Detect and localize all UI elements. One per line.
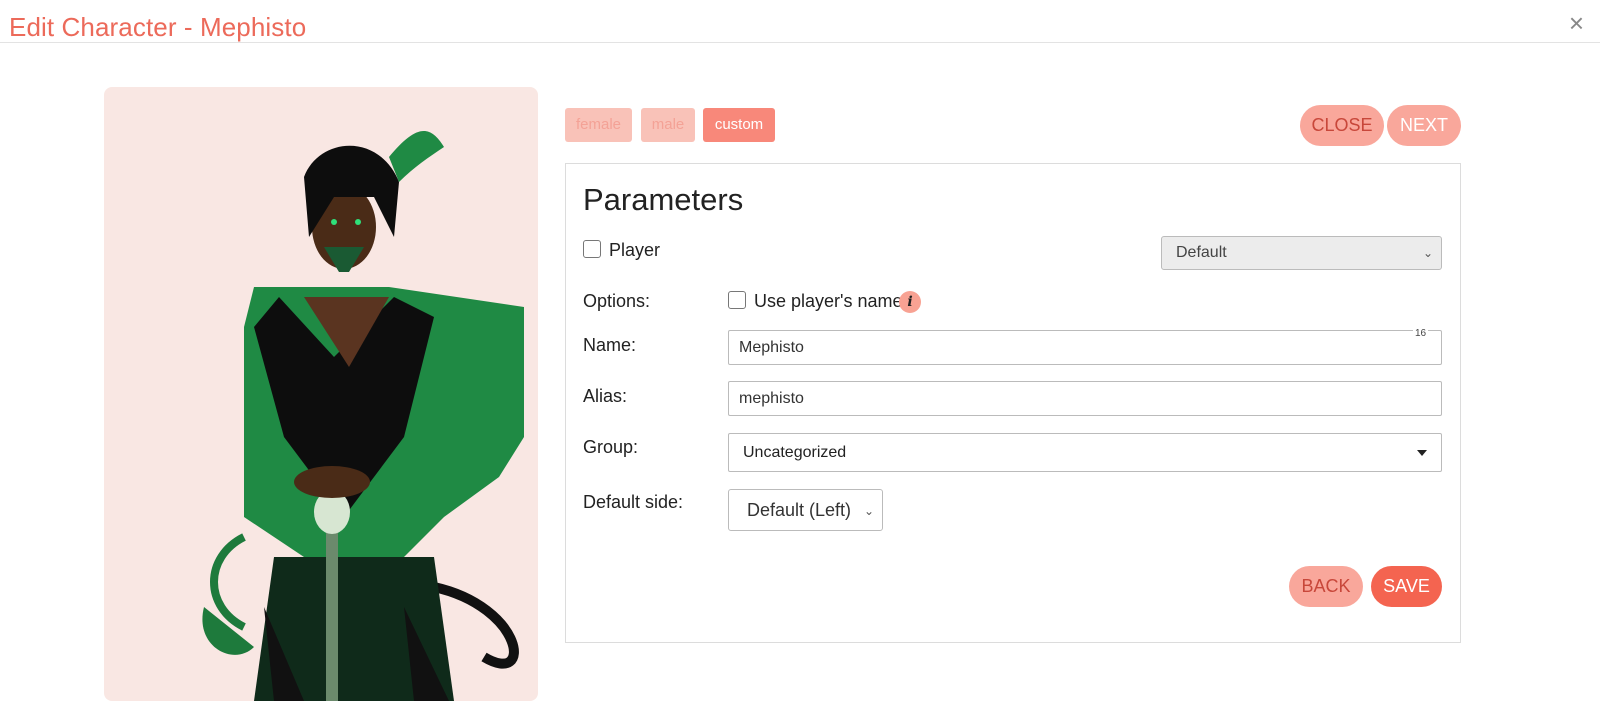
use-player-name-checkbox[interactable]: [728, 291, 746, 309]
default-side-value: Default (Left): [747, 500, 852, 520]
group-select[interactable]: Uncategorized: [728, 433, 1442, 472]
preset-tag-male[interactable]: male: [641, 108, 695, 142]
alias-input[interactable]: mephisto: [728, 381, 1442, 416]
character-portrait-image: [202, 130, 524, 701]
name-label: Name:: [583, 335, 637, 355]
preset-select-value: Default: [1176, 244, 1227, 261]
parameters-title: Parameters: [583, 182, 744, 217]
default-side-label: Default side:: [583, 492, 684, 512]
alias-label: Alias:: [583, 386, 628, 406]
info-icon[interactable]: i: [899, 291, 921, 313]
group-label: Group:: [583, 437, 639, 457]
use-player-name-label: Use player's name: [754, 291, 903, 311]
name-input[interactable]: Mephisto: [728, 330, 1442, 365]
caret-down-icon: [1417, 450, 1427, 456]
options-label: Options:: [583, 291, 651, 311]
chevron-down-icon: ⌄: [863, 504, 874, 518]
player-label: Player: [609, 240, 661, 260]
chevron-down-icon: ⌄: [1422, 246, 1433, 260]
preset-tag-custom[interactable]: custom: [703, 108, 775, 142]
preset-tag-female[interactable]: female: [565, 108, 632, 142]
back-button[interactable]: BACK: [1289, 566, 1363, 607]
next-button[interactable]: NEXT: [1387, 105, 1461, 146]
close-button[interactable]: CLOSE: [1300, 105, 1384, 146]
player-checkbox[interactable]: [583, 240, 601, 258]
save-button[interactable]: SAVE: [1371, 566, 1442, 607]
dialog-title: Edit Character - Mephisto: [9, 12, 307, 42]
default-side-select[interactable]: Default (Left) ⌄: [728, 489, 883, 531]
dialog-header: Edit Character - Mephisto ×: [0, 0, 1600, 43]
group-select-value: Uncategorized: [743, 444, 847, 461]
close-icon[interactable]: ×: [1569, 8, 1584, 38]
name-char-counter: 16: [1413, 328, 1429, 339]
character-portrait[interactable]: [104, 87, 538, 701]
preset-select[interactable]: Default ⌄: [1161, 236, 1442, 270]
